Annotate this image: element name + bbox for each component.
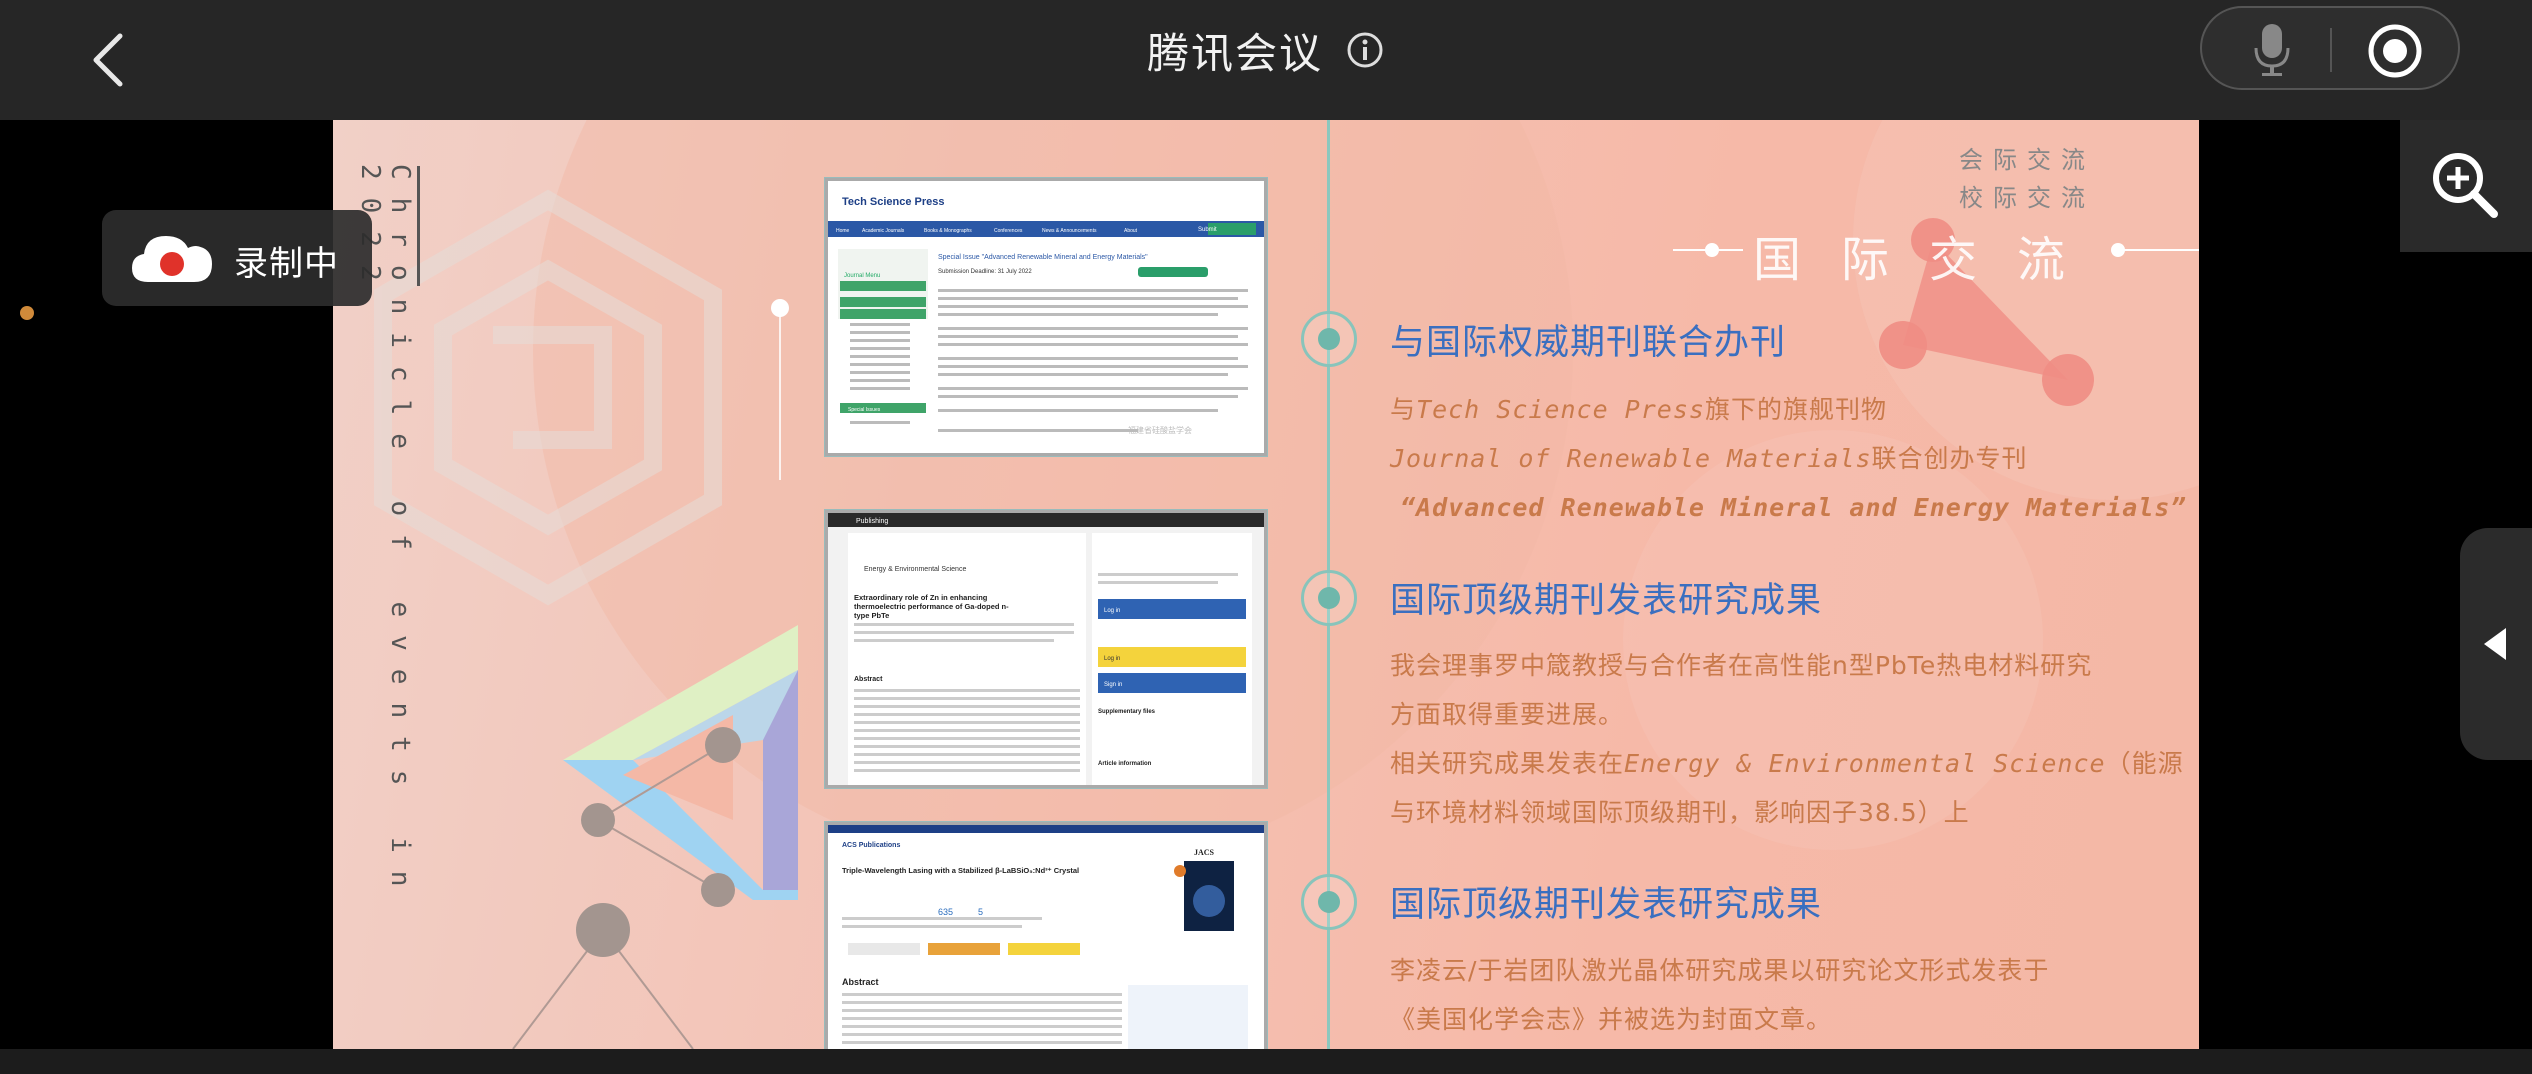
tsp-watermark: 福建省硅酸盐学会 (1128, 425, 1192, 435)
ees-brand: Publishing (856, 518, 888, 525)
ees-heading: Extraordinary role of Zn in enhancing th… (854, 593, 1009, 620)
record-toggle-icon[interactable] (2368, 24, 2422, 78)
jacs-metric-views: 635 (938, 907, 953, 917)
tsp-nav-1: Academic Journals (862, 228, 905, 234)
section-3-body: 李凌云/于岩团队激光晶体研究成果以研究论文形式发表于 《美国化学会志》并被选为封… (1390, 956, 2050, 1034)
tag-conference-exchange: 会际交流 (1959, 146, 2095, 174)
microphone-icon[interactable] (2252, 22, 2292, 78)
app-title: 腾讯会议 (1146, 28, 1323, 78)
screenshot-jacs-article: ACS Publications JACS Triple-Wavelength … (825, 822, 1267, 1049)
section-1-body: 与Tech Science Press旗下的旗舰刊物 Journal of Re… (1390, 395, 2187, 522)
jacs-heading: Triple-Wavelength Lasing with a Stabiliz… (842, 866, 1079, 875)
ees-abstract: Abstract (854, 676, 883, 683)
tsp-nav-0: Home (836, 228, 850, 234)
section-1-title: 与国际权威期刊联合办刊 (1390, 323, 1787, 363)
tsp-nav-2: Books & Monographs (924, 228, 972, 234)
tsp-nav-5: About (1124, 228, 1138, 234)
tsp-menu: Journal Menu (844, 273, 880, 279)
recording-indicator[interactable]: 录制中 (102, 210, 372, 306)
side-panel-toggle[interactable] (2460, 528, 2532, 760)
jacs-journal: JACS (1194, 848, 1215, 857)
title-area: 腾讯会议 (0, 0, 2532, 100)
timeline-node-1 (1301, 311, 1357, 367)
shared-slide: Chronicle of events in 2022 (333, 120, 2199, 1049)
zoom-panel (2400, 120, 2532, 252)
tsp-brand: Tech Science Press (842, 196, 945, 208)
tsp-nav-4: News & Announcements (1042, 228, 1097, 234)
bottom-bar (0, 1049, 2532, 1074)
tsp-heading: Special Issue "Advanced Renewable Minera… (938, 254, 1148, 261)
banner-international-exchange: 国际交流 (1753, 232, 2106, 288)
screenshot-ees-article: Publishing Energy & Environmental Scienc… (825, 510, 1267, 788)
recording-label: 录制中 (234, 244, 339, 284)
timeline-node-3 (1301, 874, 1357, 930)
triangle-left-icon (2484, 628, 2506, 660)
tsp-deadline: Submission Deadline: 31 July 2022 (938, 269, 1032, 275)
pointer-dot (20, 306, 34, 320)
audio-record-controls (2200, 6, 2460, 90)
cloud-record-icon (132, 236, 212, 282)
zoom-in-icon[interactable] (2430, 150, 2500, 220)
vertical-rule (417, 166, 420, 286)
screenshot-tech-science-press: Tech Science Press Special Issue "Advanc… (825, 178, 1267, 456)
timeline-node-2 (1301, 570, 1357, 626)
ees-login-2: Log in (1104, 656, 1120, 662)
tsp-menu-special: Special Issues (848, 407, 881, 413)
jacs-abstract: Abstract (842, 977, 879, 987)
jacs-metric-citations: 5 (978, 907, 983, 917)
ees-journal: Energy & Environmental Science (864, 566, 966, 573)
section-2-title: 国际顶级期刊发表研究成果 (1390, 581, 1823, 621)
ees-info: Article information (1098, 761, 1152, 767)
tsp-nav-submit: Submit (1198, 227, 1217, 233)
section-2-body: 我会理事罗中箴教授与合作者在高性能n型PbTe热电材料研究 方面取得重要进展。 … (1390, 651, 2184, 827)
top-bar: 腾讯会议 (0, 0, 2532, 120)
info-icon[interactable] (1345, 30, 1385, 70)
ees-login-1: Log in (1104, 608, 1120, 614)
banner-dot-left (1705, 243, 1719, 257)
jacs-brand: ACS Publications (842, 842, 900, 849)
ees-supp: Supplementary files (1098, 709, 1156, 715)
chronicle-vertical-text: Chronicle of events in 2022 (355, 164, 415, 905)
ees-signin: Sign in (1104, 682, 1122, 688)
banner-rule-right (2123, 249, 2199, 251)
tsp-nav-3: Conferences (994, 228, 1023, 234)
section-3-title: 国际顶级期刊发表研究成果 (1390, 885, 1823, 925)
divider (2330, 28, 2332, 72)
tag-school-exchange: 校际交流 (1959, 184, 2095, 212)
